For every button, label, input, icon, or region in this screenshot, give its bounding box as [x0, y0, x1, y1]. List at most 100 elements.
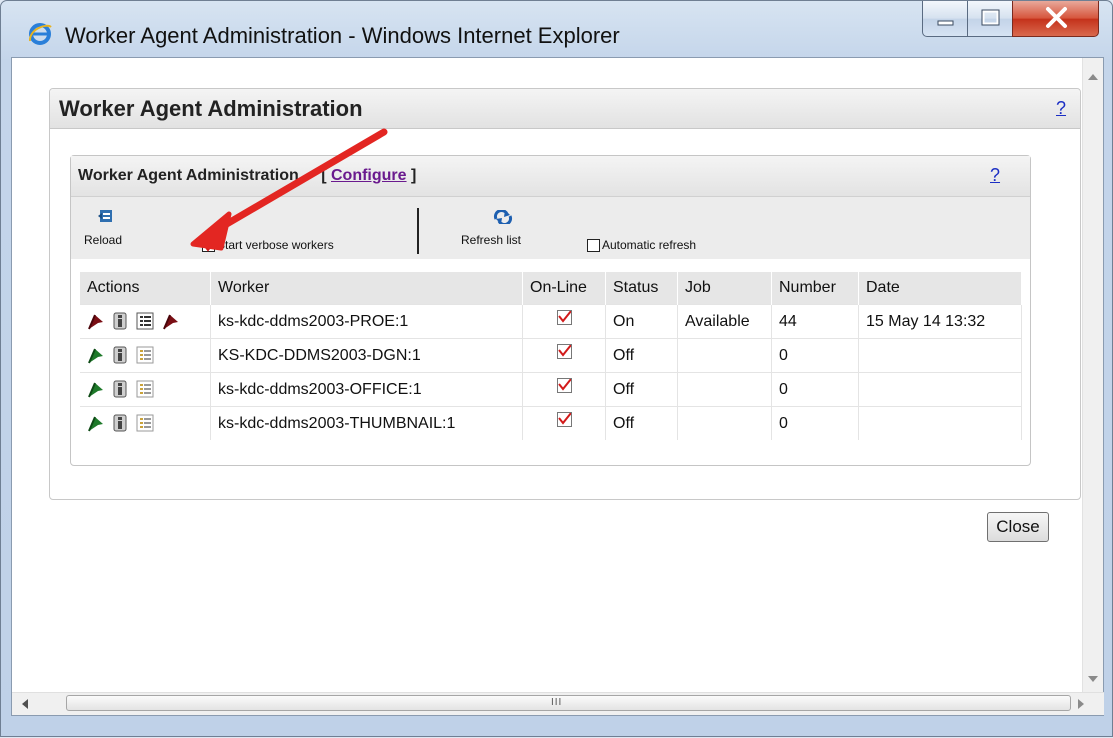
reload-icon: [98, 210, 112, 222]
maximize-button[interactable]: [967, 1, 1013, 37]
online-checkbox: [556, 309, 572, 325]
horizontal-scrollbar[interactable]: III: [12, 692, 1104, 715]
checkmark-icon: [557, 378, 572, 391]
vertical-scrollbar[interactable]: [1082, 58, 1103, 696]
panel-help-link[interactable]: ?: [990, 165, 1000, 186]
column-header-actions[interactable]: Actions: [80, 272, 211, 305]
status-cell: Off: [605, 406, 678, 440]
worker-name: KS-KDC-DDMS2003-DGN:1: [210, 338, 523, 373]
info-icon[interactable]: [113, 414, 127, 432]
verbose-workers-label: Start verbose workers: [217, 238, 334, 252]
stop-flag-icon[interactable]: [87, 312, 105, 330]
verbose-workers-checkbox[interactable]: [202, 239, 216, 252]
column-header-job[interactable]: Job: [677, 272, 772, 305]
row-actions: [80, 338, 211, 373]
log-list-icon[interactable]: [136, 380, 154, 398]
log-list-icon[interactable]: [136, 346, 154, 364]
date-cell: [858, 406, 1022, 440]
row-actions: [80, 372, 211, 407]
online-checkbox: [556, 411, 572, 427]
scroll-up-arrow-icon[interactable]: [1088, 74, 1098, 80]
checkmark-icon: [203, 239, 216, 252]
online-cell: [522, 406, 606, 440]
start-flag-icon[interactable]: [87, 346, 105, 364]
table-row: KS-KDC-DDMS2003-DGN:1 Off 0: [80, 338, 1022, 373]
refresh-list-button[interactable]: Refresh list: [461, 209, 545, 253]
refresh-list-label: Refresh list: [461, 233, 522, 247]
outer-panel-header: Worker Agent Administration ?: [50, 89, 1080, 129]
number-cell: 0: [771, 372, 859, 407]
close-button[interactable]: Close: [987, 512, 1049, 542]
reload-label: Reload: [84, 233, 123, 247]
column-header-status[interactable]: Status: [605, 272, 678, 305]
scroll-left-arrow-icon[interactable]: [22, 699, 28, 709]
table-row: ks-kdc-ddms2003-PROE:1 On Available 44 1…: [80, 304, 1022, 339]
job-cell: Available: [677, 304, 772, 339]
column-header-worker[interactable]: Worker: [210, 272, 523, 305]
date-cell: [858, 372, 1022, 407]
worker-admin-panel: Worker Agent Administration [ Configure …: [70, 155, 1031, 466]
minimize-icon: [937, 20, 954, 26]
refresh-icon: [493, 210, 513, 224]
status-cell: Off: [605, 372, 678, 407]
checkmark-icon: [557, 344, 572, 357]
window-title: Worker Agent Administration - Windows In…: [65, 23, 620, 48]
minimize-button[interactable]: [922, 1, 968, 37]
column-header-online[interactable]: On-Line: [522, 272, 606, 305]
status-cell: On: [605, 304, 678, 339]
automatic-refresh-label: Automatic refresh: [602, 238, 697, 252]
maximize-icon: [981, 9, 1000, 26]
page-help-link[interactable]: ?: [1056, 98, 1066, 119]
date-cell: [858, 338, 1022, 373]
row-actions: [80, 304, 211, 339]
scroll-down-arrow-icon[interactable]: [1088, 676, 1098, 682]
start-flag-icon[interactable]: [87, 380, 105, 398]
info-icon[interactable]: [113, 346, 127, 364]
bracket-open: [: [321, 167, 327, 184]
log-list-icon[interactable]: [136, 312, 154, 330]
toolbar-separator: [417, 208, 419, 254]
configure-link[interactable]: Configure: [331, 167, 407, 184]
automatic-refresh-checkbox[interactable]: [587, 239, 600, 252]
number-cell: 44: [771, 304, 859, 339]
panel-header: Worker Agent Administration [ Configure …: [71, 156, 1030, 197]
start-flag-icon[interactable]: [87, 414, 105, 432]
checkmark-icon: [557, 310, 572, 323]
info-icon[interactable]: [113, 312, 127, 330]
bracket-close: ]: [411, 167, 417, 184]
panel-title-group: Worker Agent Administration [ Configure …: [78, 167, 416, 185]
job-cell: [677, 338, 772, 373]
online-cell: [522, 372, 606, 407]
job-cell: [677, 372, 772, 407]
worker-name: ks-kdc-ddms2003-PROE:1: [210, 304, 523, 339]
workers-table: Actions Worker On-Line Status Job Number…: [80, 272, 1022, 440]
number-cell: 0: [771, 338, 859, 373]
panel-title: Worker Agent Administration: [78, 167, 299, 184]
job-cell: [677, 406, 772, 440]
log-list-icon[interactable]: [136, 414, 154, 432]
date-cell: 15 May 14 13:32: [858, 304, 1022, 339]
reload-button[interactable]: Reload: [84, 209, 124, 253]
status-cell: Off: [605, 338, 678, 373]
row-actions: [80, 406, 211, 440]
table-row: ks-kdc-ddms2003-OFFICE:1 Off 0: [80, 372, 1022, 407]
horizontal-scroll-thumb[interactable]: III: [66, 695, 1071, 711]
table-row: ks-kdc-ddms2003-THUMBNAIL:1 Off 0: [80, 406, 1022, 440]
table-header-row: Actions Worker On-Line Status Job Number…: [80, 272, 1022, 305]
column-header-number[interactable]: Number: [771, 272, 859, 305]
online-cell: [522, 338, 606, 373]
browser-window: Worker Agent Administration - Windows In…: [0, 0, 1113, 737]
column-header-date[interactable]: Date: [858, 272, 1022, 305]
stop-flag-icon[interactable]: [162, 312, 180, 330]
checkmark-icon: [557, 412, 572, 425]
number-cell: 0: [771, 406, 859, 440]
info-icon[interactable]: [113, 380, 127, 398]
title-bar: Worker Agent Administration - Windows In…: [1, 1, 1112, 59]
online-cell: [522, 304, 606, 339]
online-checkbox: [556, 377, 572, 393]
worker-name: ks-kdc-ddms2003-OFFICE:1: [210, 372, 523, 407]
close-icon: [1046, 7, 1067, 28]
page-title: Worker Agent Administration: [59, 96, 363, 121]
toolbar: Reload Start verbose workers Refresh lis…: [71, 197, 1030, 259]
window-close-button[interactable]: [1012, 1, 1099, 37]
